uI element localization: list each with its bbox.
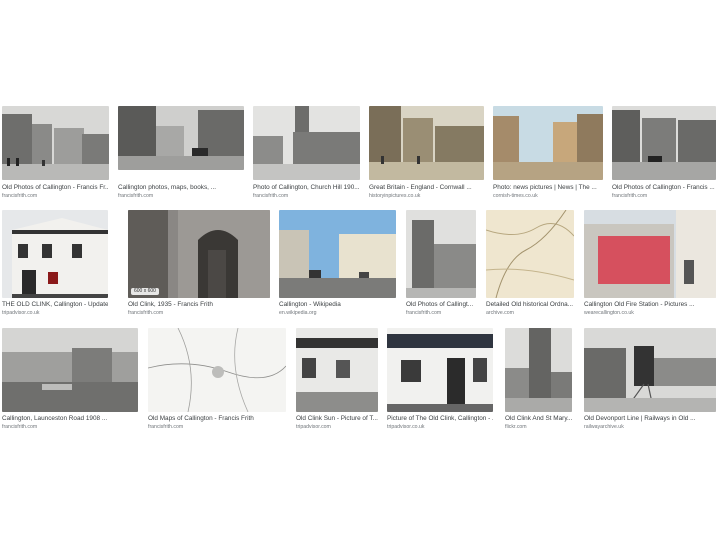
result-source: francisfrith.com bbox=[253, 193, 289, 199]
building-photo-thumbnail[interactable] bbox=[2, 210, 108, 298]
result-source: cornish-times.co.uk bbox=[493, 193, 538, 199]
result-title[interactable]: THE OLD CLINK, Callington - Updated ... bbox=[2, 301, 108, 309]
street-photo-thumbnail[interactable] bbox=[612, 106, 716, 180]
image-result[interactable]: Old Photos of Callingt... francisfrith.c… bbox=[406, 210, 476, 322]
result-source: francisfrith.com bbox=[2, 424, 38, 430]
image-result[interactable]: Callington, Launceston Road 1908 ... fra… bbox=[2, 328, 138, 430]
result-title[interactable]: Detailed Old historical Ordna... bbox=[486, 301, 574, 309]
result-source: francisfrith.com bbox=[128, 310, 164, 316]
image-result[interactable]: Picture of The Old Clink, Callington - .… bbox=[387, 328, 493, 430]
image-result[interactable]: Callington - Wikipedia en.wikipedia.org bbox=[279, 210, 396, 322]
result-title[interactable]: Callington photos, maps, books, ... bbox=[118, 184, 244, 192]
dimension-badge: 600 x 600 bbox=[131, 288, 159, 295]
result-title[interactable]: Photo of Callington, Church Hill 190... bbox=[253, 184, 360, 192]
church-photo-thumbnail[interactable] bbox=[406, 210, 476, 298]
result-title[interactable]: Old Clink And St Mary... bbox=[505, 415, 572, 423]
result-source: tripadvisor.com bbox=[296, 424, 331, 430]
result-title[interactable]: Old Clink Sun - Picture of T... bbox=[296, 415, 378, 423]
image-results-grid: Old Photos of Callington - Francis Fr...… bbox=[0, 0, 720, 540]
result-source: en.wikipedia.org bbox=[279, 310, 317, 316]
result-source: francisfrith.com bbox=[2, 193, 38, 199]
result-source: wearecallington.co.uk bbox=[584, 310, 634, 316]
street-photo-thumbnail[interactable] bbox=[279, 210, 396, 298]
pub-photo-thumbnail[interactable] bbox=[296, 328, 378, 412]
image-result[interactable]: Photo: news pictures | News | The ... co… bbox=[493, 106, 603, 204]
street-photo-thumbnail[interactable] bbox=[493, 106, 603, 180]
result-source: archive.com bbox=[486, 310, 514, 316]
pub-photo-thumbnail[interactable] bbox=[387, 328, 493, 412]
result-source: flickr.com bbox=[505, 424, 527, 430]
image-result[interactable]: Photo of Callington, Church Hill 190... … bbox=[253, 106, 360, 204]
result-source: francisfrith.com bbox=[406, 310, 442, 316]
map-thumbnail[interactable] bbox=[486, 210, 574, 298]
result-title[interactable]: Callington Old Fire Station - Pictures .… bbox=[584, 301, 716, 309]
result-title[interactable]: Old Maps of Callington - Francis Frith bbox=[148, 415, 286, 423]
railway-photo-thumbnail[interactable] bbox=[584, 328, 716, 412]
result-title[interactable]: Old Photos of Callingt... bbox=[406, 301, 476, 309]
image-result[interactable]: Callington photos, maps, books, ... fran… bbox=[118, 106, 244, 204]
image-result[interactable]: Detailed Old historical Ordna... archive… bbox=[486, 210, 574, 322]
result-source: tripadvisor.co.uk bbox=[2, 310, 40, 316]
result-title[interactable]: Great Britain - England - Cornwall ... bbox=[369, 184, 484, 192]
result-source: francisfrith.com bbox=[118, 193, 154, 199]
doorway-photo-thumbnail[interactable]: 600 x 600 bbox=[128, 210, 270, 298]
result-title[interactable]: Old Clink, 1935 - Francis Frith bbox=[128, 301, 270, 309]
image-result[interactable]: THE OLD CLINK, Callington - Updated ... … bbox=[2, 210, 108, 322]
result-title[interactable]: Callington - Wikipedia bbox=[279, 301, 396, 309]
image-result[interactable]: Old Maps of Callington - Francis Frith f… bbox=[148, 328, 286, 430]
image-result[interactable]: Old Clink Sun - Picture of T... tripadvi… bbox=[296, 328, 378, 430]
result-source: tripadvisor.co.uk bbox=[387, 424, 425, 430]
street-photo-thumbnail[interactable] bbox=[369, 106, 484, 180]
result-source: railwayarchive.uk bbox=[584, 424, 624, 430]
result-source: francisfrith.com bbox=[612, 193, 648, 199]
result-source: francisfrith.com bbox=[148, 424, 184, 430]
church-photo-thumbnail[interactable] bbox=[505, 328, 572, 412]
image-result[interactable]: Great Britain - England - Cornwall ... h… bbox=[369, 106, 484, 204]
image-result[interactable]: Old Photos of Callington - Francis Fr...… bbox=[2, 106, 109, 204]
image-result[interactable]: Old Clink And St Mary... flickr.com bbox=[505, 328, 572, 430]
image-result[interactable]: Old Photos of Callington - Francis ... f… bbox=[612, 106, 716, 204]
image-result[interactable]: Old Devonport Line | Railways in Old ...… bbox=[584, 328, 716, 430]
result-title[interactable]: Callington, Launceston Road 1908 ... bbox=[2, 415, 138, 423]
image-result[interactable]: Callington Old Fire Station - Pictures .… bbox=[584, 210, 716, 322]
road-photo-thumbnail[interactable] bbox=[2, 328, 138, 412]
result-source: historyinpictures.co.uk bbox=[369, 193, 421, 199]
street-photo-thumbnail[interactable] bbox=[118, 106, 244, 170]
map-thumbnail[interactable] bbox=[148, 328, 286, 412]
result-title[interactable]: Picture of The Old Clink, Callington - .… bbox=[387, 415, 493, 423]
result-title[interactable]: Old Photos of Callington - Francis Fr... bbox=[2, 184, 109, 192]
result-title[interactable]: Photo: news pictures | News | The ... bbox=[493, 184, 603, 192]
result-title[interactable]: Old Devonport Line | Railways in Old ... bbox=[584, 415, 716, 423]
street-photo-thumbnail[interactable] bbox=[253, 106, 360, 180]
fire-station-photo-thumbnail[interactable] bbox=[584, 210, 716, 298]
image-result[interactable]: 600 x 600 Old Clink, 1935 - Francis Frit… bbox=[128, 210, 270, 322]
result-title[interactable]: Old Photos of Callington - Francis ... bbox=[612, 184, 716, 192]
street-photo-thumbnail[interactable] bbox=[2, 106, 109, 180]
